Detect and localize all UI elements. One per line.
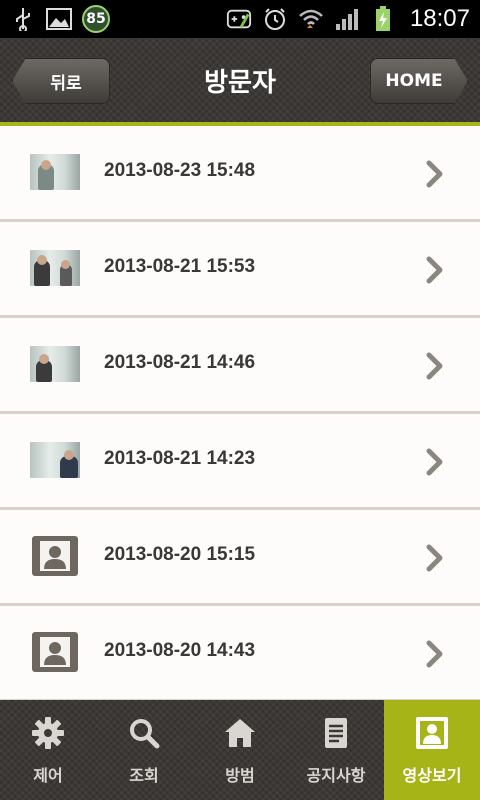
- visitor-list: 2013-08-23 15:48 2013-08-21 15:53 2013-0…: [0, 126, 480, 700]
- status-time: 18:07: [409, 5, 470, 32]
- signal-strength-icon: [334, 6, 360, 32]
- document-icon: [319, 716, 353, 750]
- status-bar-right: 18:07: [226, 5, 470, 33]
- visitor-thumbnail: [30, 250, 80, 286]
- person-placeholder-icon: [32, 536, 78, 576]
- game-controller-icon: [226, 6, 252, 32]
- search-icon: [127, 716, 161, 750]
- list-item[interactable]: 2013-08-21 14:23: [0, 414, 480, 510]
- list-item[interactable]: 2013-08-20 15:15: [0, 510, 480, 606]
- chevron-right-icon: [426, 544, 443, 572]
- chevron-right-icon: [426, 640, 443, 668]
- video-user-icon: [415, 716, 449, 750]
- chevron-right-icon: [426, 448, 443, 476]
- visit-datetime: 2013-08-20 15:15: [104, 544, 256, 565]
- visitor-thumbnail: [30, 346, 80, 382]
- gear-icon: [31, 716, 65, 750]
- usb-icon: [10, 6, 36, 32]
- visit-datetime: 2013-08-21 15:53: [104, 256, 256, 277]
- visit-datetime: 2013-08-23 15:48: [104, 160, 256, 181]
- visitor-thumbnail: [30, 154, 80, 190]
- visit-datetime: 2013-08-20 14:43: [104, 640, 256, 661]
- wifi-icon: [298, 6, 324, 32]
- nav-label: 방범: [225, 766, 255, 785]
- home-icon: [223, 716, 257, 750]
- chevron-right-icon: [426, 256, 443, 284]
- nav-item-notice[interactable]: 공지사항: [288, 700, 384, 800]
- nav-item-search[interactable]: 조회: [96, 700, 192, 800]
- nav-label: 제어: [33, 766, 63, 785]
- status-bar: 85 18:07: [0, 0, 480, 38]
- visitor-thumbnail: [30, 442, 80, 478]
- bottom-nav: 제어 조회 방범 공지사항 영상보기: [0, 700, 480, 800]
- nav-label: 공지사항: [306, 766, 366, 785]
- nav-item-control[interactable]: 제어: [0, 700, 96, 800]
- list-item[interactable]: 2013-08-21 14:46: [0, 318, 480, 414]
- app-header: 뒤로 방문자 HOME: [0, 38, 480, 126]
- list-item[interactable]: 2013-08-21 15:53: [0, 222, 480, 318]
- visit-datetime: 2013-08-21 14:23: [104, 448, 256, 469]
- image-icon: [46, 6, 72, 32]
- nav-item-security[interactable]: 방범: [192, 700, 288, 800]
- visit-datetime: 2013-08-21 14:46: [104, 352, 256, 373]
- home-button[interactable]: HOME: [370, 58, 468, 104]
- battery-percent-badge: 85: [82, 5, 110, 33]
- home-button-label: HOME: [385, 71, 443, 91]
- list-item[interactable]: 2013-08-23 15:48: [0, 126, 480, 222]
- status-bar-left: 85: [10, 5, 110, 33]
- nav-item-video[interactable]: 영상보기: [384, 700, 480, 800]
- chevron-right-icon: [426, 160, 443, 188]
- chevron-right-icon: [426, 352, 443, 380]
- alarm-clock-icon: [262, 6, 288, 32]
- battery-charging-icon: [370, 6, 396, 32]
- nav-label: 조회: [129, 766, 159, 785]
- list-item[interactable]: 2013-08-20 14:43: [0, 606, 480, 700]
- nav-label: 영상보기: [402, 766, 462, 785]
- person-placeholder-icon: [32, 632, 78, 672]
